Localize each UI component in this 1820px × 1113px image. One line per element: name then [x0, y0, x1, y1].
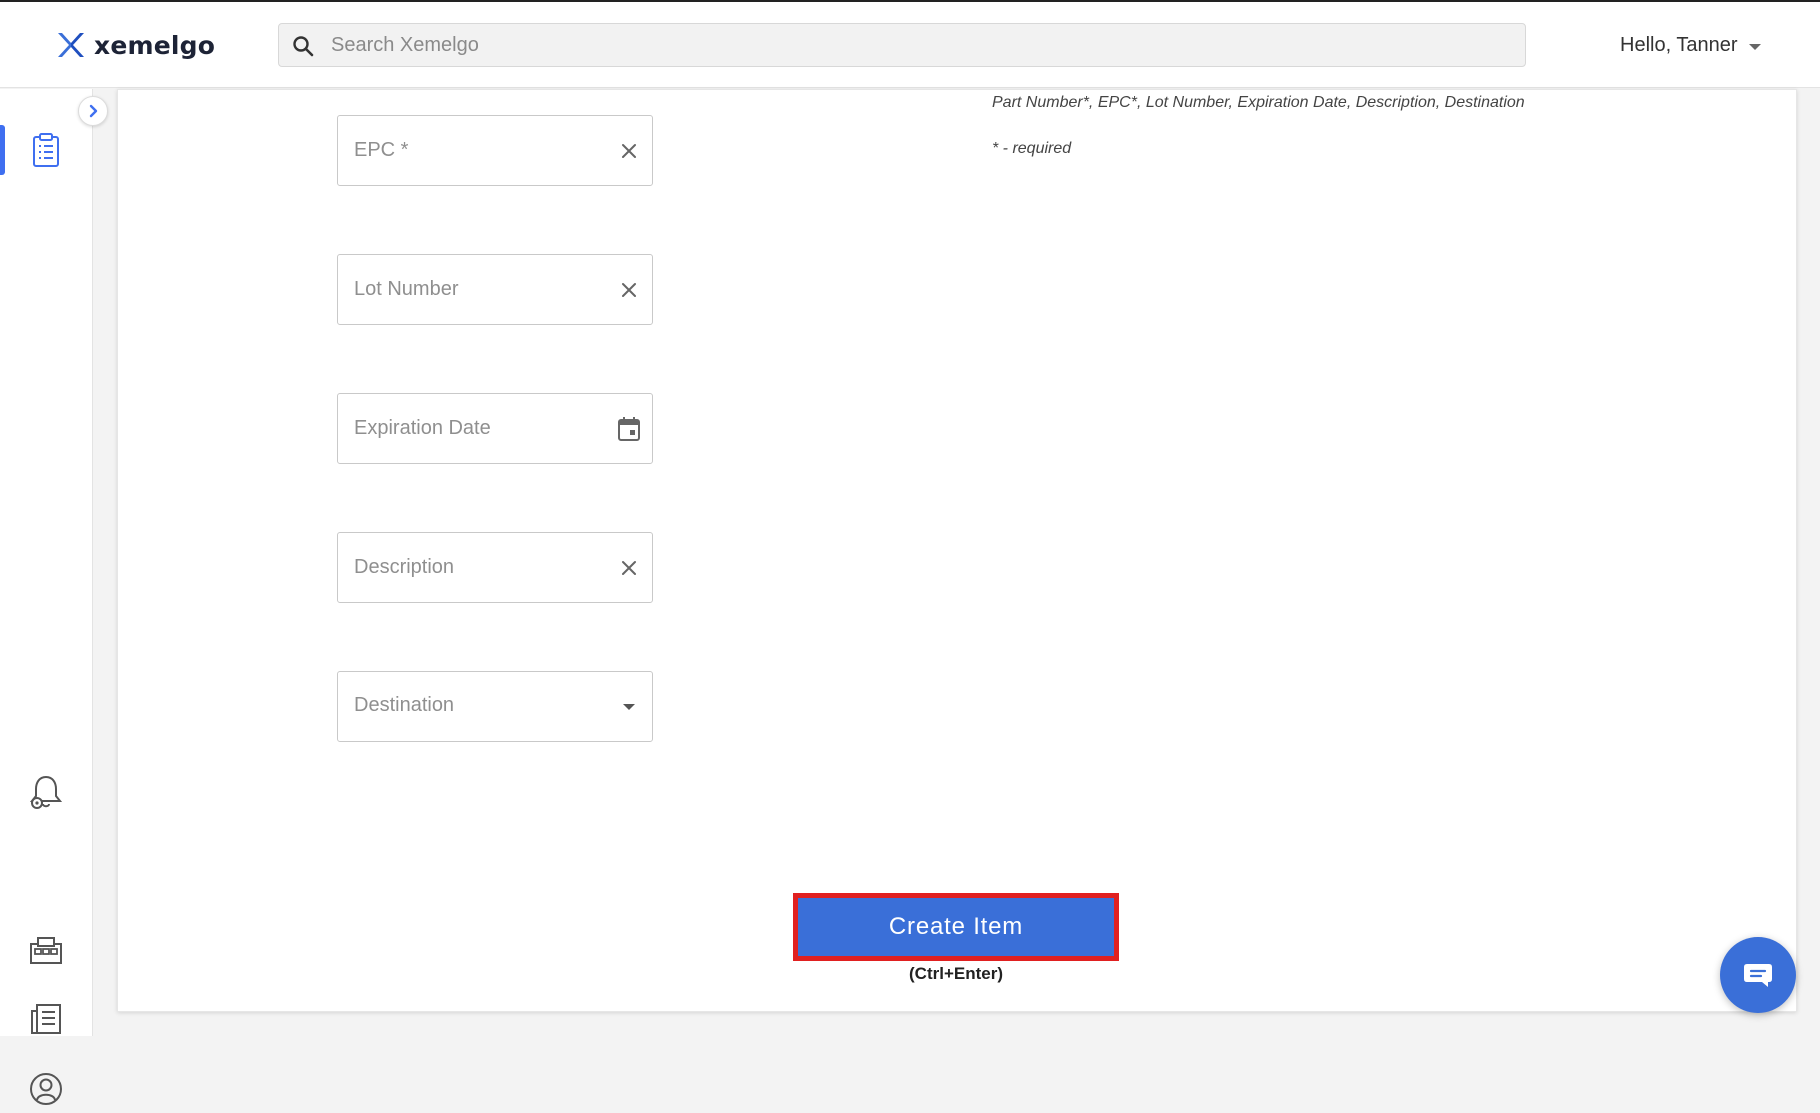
create-item-form: Part Number*, EPC*, Lot Number, Expirati… — [117, 89, 1797, 1012]
search-bar[interactable] — [278, 23, 1526, 67]
lot-number-input[interactable] — [338, 255, 598, 323]
description-field[interactable] — [337, 532, 653, 603]
top-header: xemelgo Hello, Tanner — [0, 2, 1820, 88]
user-menu[interactable]: Hello, Tanner — [1620, 28, 1762, 62]
form-field-list: Part Number*, EPC*, Lot Number, Expirati… — [992, 94, 1525, 111]
sidebar-item-alerts[interactable] — [22, 768, 70, 816]
clear-description-button[interactable] — [616, 555, 642, 581]
chevron-right-icon — [89, 104, 98, 118]
lot-number-field[interactable] — [337, 254, 653, 325]
sidebar-item-facilities[interactable] — [22, 926, 70, 974]
chat-support-button[interactable] — [1720, 937, 1796, 1013]
sidebar-active-indicator — [0, 125, 5, 175]
epc-field[interactable] — [337, 115, 653, 186]
logo-text: xemelgo — [94, 30, 216, 60]
clear-lot-number-button[interactable] — [616, 277, 642, 303]
search-icon — [293, 36, 314, 57]
expiration-date-input[interactable] — [338, 394, 598, 462]
create-item-highlight: Create Item — [793, 893, 1119, 961]
search-input[interactable] — [329, 24, 1509, 66]
building-icon — [30, 937, 62, 964]
user-greeting: Hello, Tanner — [1620, 33, 1738, 56]
sidebar-item-orders[interactable] — [22, 126, 70, 174]
required-note: * - required — [992, 140, 1072, 157]
open-calendar-button[interactable] — [616, 416, 642, 442]
sidebar — [0, 89, 93, 1105]
calendar-icon — [618, 417, 640, 441]
report-list-icon — [31, 1004, 61, 1034]
close-icon — [622, 283, 636, 297]
xemelgo-logo-icon — [58, 33, 84, 57]
destination-dropdown-toggle[interactable] — [616, 694, 642, 720]
app-logo[interactable]: xemelgo — [56, 28, 215, 62]
create-item-button[interactable]: Create Item — [798, 898, 1114, 956]
clear-epc-button[interactable] — [616, 138, 642, 164]
description-input[interactable] — [338, 533, 598, 601]
submit-shortcut-hint: (Ctrl+Enter) — [909, 964, 1003, 983]
chevron-down-icon — [1749, 43, 1762, 50]
epc-input[interactable] — [338, 116, 598, 184]
bell-gear-icon — [29, 775, 63, 809]
chevron-down-icon — [623, 704, 635, 710]
clipboard-icon — [33, 133, 59, 167]
user-circle-icon — [30, 1073, 62, 1105]
destination-label: Destination — [354, 694, 455, 716]
expiration-date-field[interactable] — [337, 393, 653, 464]
sidebar-item-profile[interactable] — [22, 1065, 70, 1113]
destination-select[interactable]: Destination — [337, 671, 653, 742]
sidebar-expand-toggle[interactable] — [78, 96, 108, 126]
chat-icon — [1744, 964, 1772, 987]
close-icon — [622, 144, 636, 158]
close-icon — [622, 561, 636, 575]
